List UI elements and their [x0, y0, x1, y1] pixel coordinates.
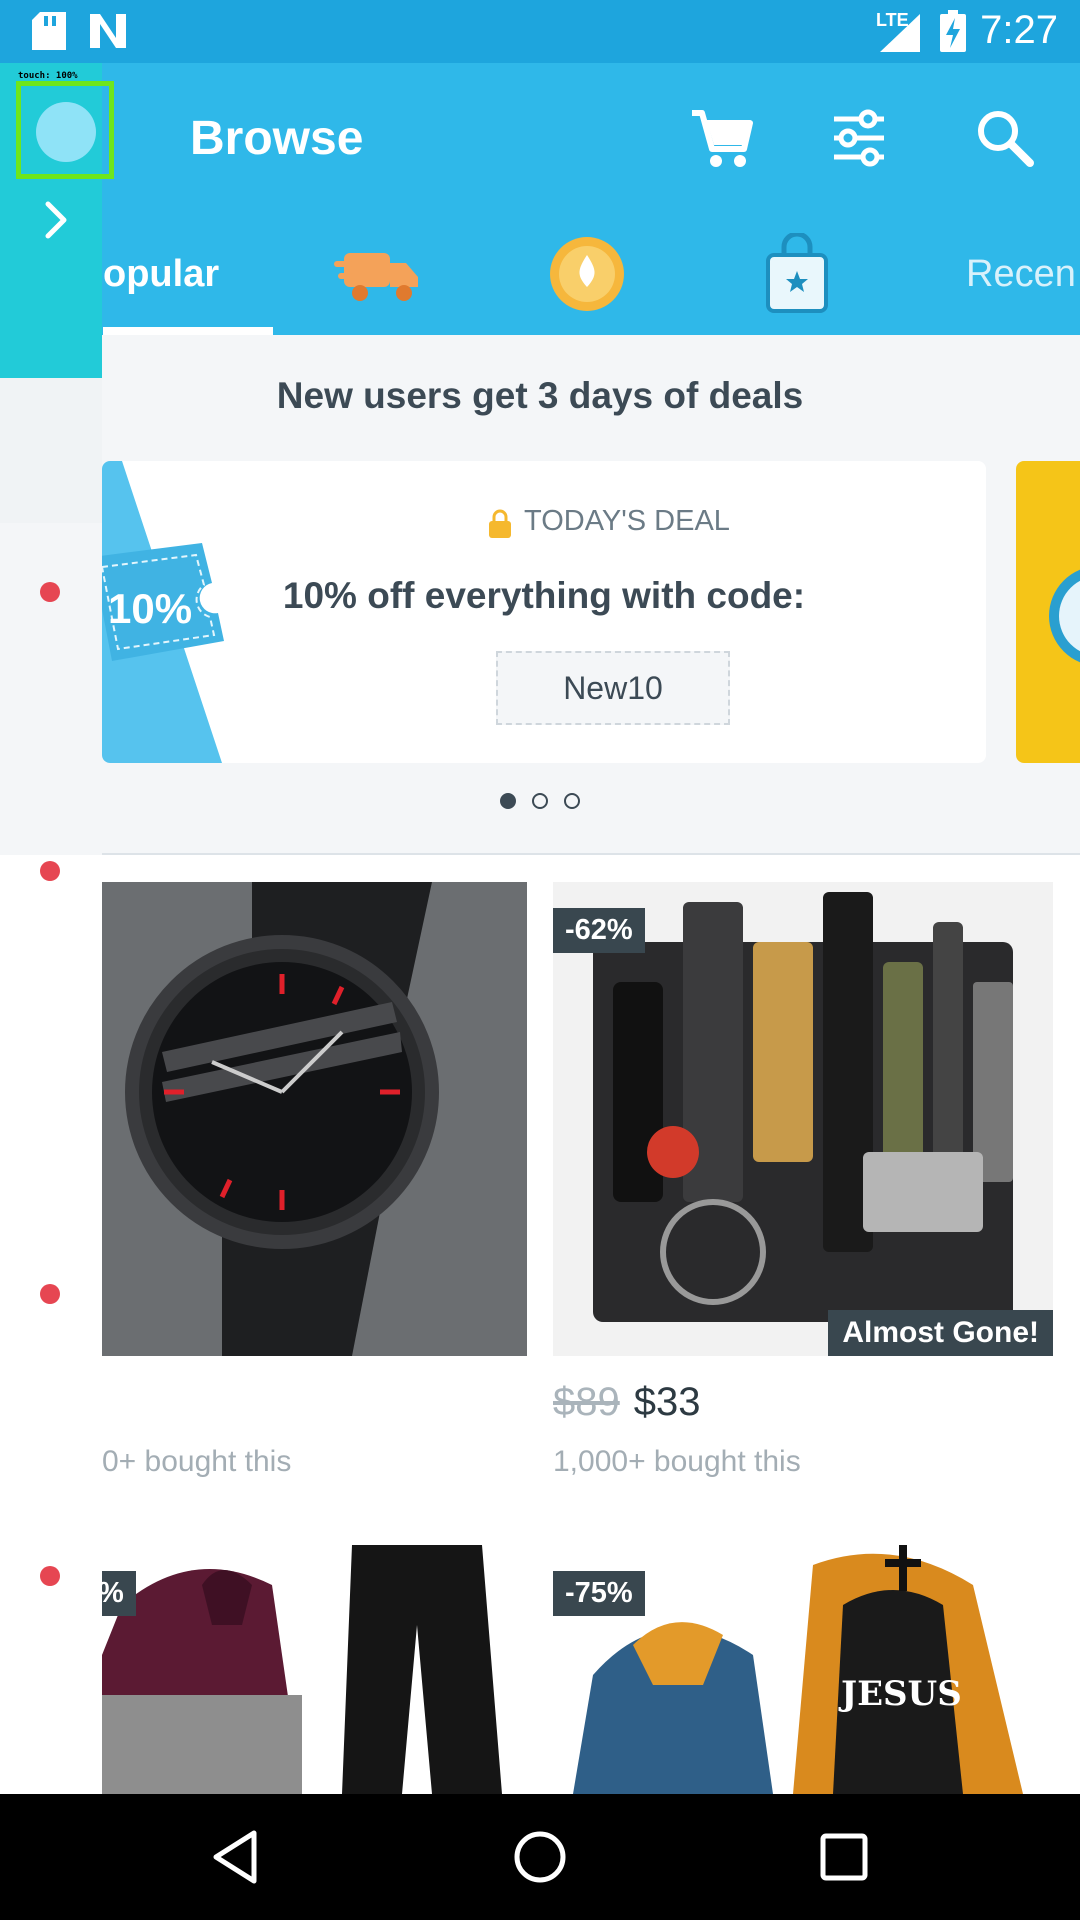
clock: 7:27	[980, 8, 1058, 52]
touch-point-icon[interactable]	[36, 102, 96, 162]
gold-coin-icon[interactable]	[548, 235, 626, 313]
carousel-dot-1[interactable]	[499, 793, 516, 809]
promo-code[interactable]: New10	[496, 651, 730, 725]
carousel-dot-3[interactable]	[564, 793, 581, 809]
survival-kit-image	[553, 882, 1053, 1356]
cart-icon[interactable]	[686, 103, 756, 173]
bought-count-survival-kit: 1,000+ bought this	[553, 1445, 801, 1478]
tab-recent[interactable]: Recen	[966, 253, 1076, 296]
product-card-watch[interactable]	[102, 882, 527, 1356]
truck-icon[interactable]	[334, 241, 424, 307]
marker-dot	[40, 1566, 60, 1586]
tab-popular[interactable]: opular	[103, 253, 219, 296]
shopping-bag-star-icon[interactable]	[764, 233, 830, 313]
floating-panel-shadow	[0, 378, 102, 523]
status-bar: LTE 7:27	[0, 0, 1080, 63]
next-deal-card[interactable]	[1016, 461, 1080, 763]
product-card-survival-kit[interactable]: -62% Almost Gone!	[553, 882, 1053, 1356]
bought-count-watch: 0+ bought this	[102, 1445, 292, 1478]
touch-indicator-label: touch: 100%	[18, 71, 78, 81]
marker-dot	[40, 1284, 60, 1304]
page-title: Browse	[190, 112, 364, 165]
discount-badge: -62%	[553, 908, 645, 953]
tab-selected-indicator	[103, 327, 273, 335]
hoodie-print-text: JESUS	[838, 1674, 962, 1714]
n-notification-icon	[90, 14, 126, 48]
clock-graphic-icon	[1049, 569, 1080, 663]
promo-headline: New users get 3 days of deals	[276, 375, 804, 416]
chevron-right-icon[interactable]	[42, 200, 72, 240]
deal-card[interactable]: 10% TODAY'S DEAL 10% off everything with…	[102, 461, 986, 763]
filter-icon[interactable]	[824, 103, 894, 173]
almost-gone-tag: Almost Gone!	[828, 1310, 1053, 1356]
watch-image	[102, 882, 527, 1356]
deal-text: 10% off everything with code:	[282, 575, 806, 616]
lock-icon	[489, 509, 511, 538]
home-icon[interactable]	[510, 1827, 570, 1887]
back-icon[interactable]	[206, 1827, 266, 1887]
promo-section: New users get 3 days of deals 10% TODAY'…	[0, 335, 1080, 855]
marker-dot	[40, 582, 60, 602]
sd-card-icon	[32, 12, 66, 50]
carousel-dot-2[interactable]	[532, 793, 548, 809]
discount-badge: %	[102, 1571, 136, 1616]
signal-icon	[880, 14, 920, 52]
search-icon[interactable]	[970, 103, 1040, 173]
section-divider	[102, 853, 1080, 855]
system-nav-bar	[0, 1794, 1080, 1920]
hoodie-set-image	[102, 1545, 527, 1794]
sale-price: $33	[633, 1380, 701, 1424]
discount-badge: -75%	[553, 1571, 645, 1616]
original-price: $89	[553, 1380, 620, 1424]
battery-charging-icon	[940, 10, 966, 52]
carousel-indicator	[0, 793, 1080, 814]
app-bar: Browse opular Recen	[0, 63, 1080, 335]
product-card-jesus-hoodie[interactable]: JESUS -75%	[553, 1545, 1053, 1794]
product-card-hoodie-set[interactable]: %	[102, 1545, 527, 1794]
marker-dot	[40, 861, 60, 881]
price-row-survival-kit: $89 $33	[553, 1380, 701, 1425]
deal-label: TODAY'S DEAL	[524, 505, 730, 537]
recents-icon[interactable]	[814, 1827, 874, 1887]
